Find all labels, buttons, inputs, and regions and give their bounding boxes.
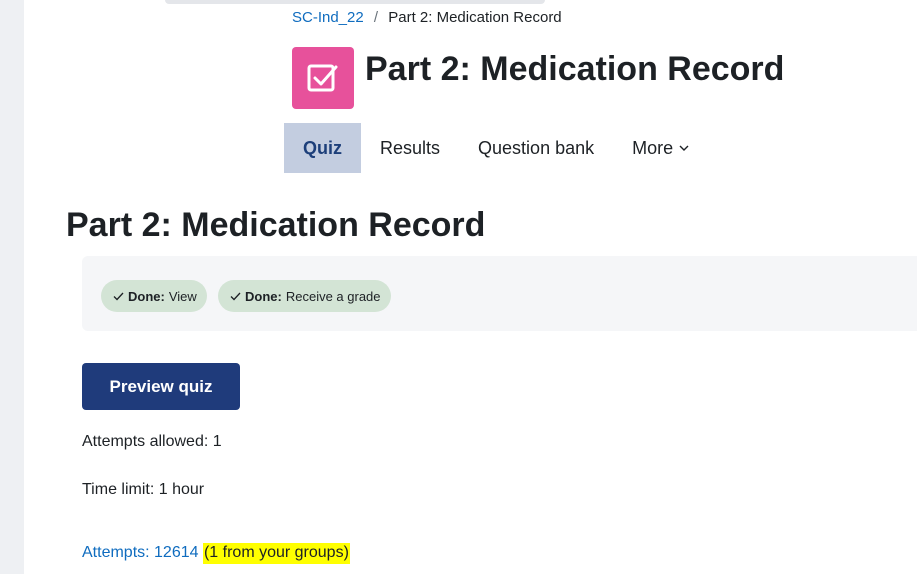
completion-label: View xyxy=(168,288,197,304)
groups-highlight: (1 from your groups) xyxy=(202,543,350,564)
tab-quiz[interactable]: Quiz xyxy=(284,123,361,173)
preview-quiz-button[interactable]: Preview quiz xyxy=(82,363,240,410)
completion-status: Done: xyxy=(128,288,165,304)
time-limit-text: Time limit: 1 hour xyxy=(82,481,205,498)
completion-badge-view: Done: View xyxy=(101,280,207,312)
quiz-checkbox-icon xyxy=(292,47,354,109)
completion-label: Receive a grade xyxy=(285,288,381,304)
attempts-count: Attempts: 12614 xyxy=(82,544,199,561)
breadcrumb-current: Part 2: Medication Record xyxy=(388,9,562,26)
completion-status: Done: xyxy=(245,288,282,304)
check-icon xyxy=(230,292,241,301)
tab-label: Quiz xyxy=(303,137,342,158)
breadcrumb-separator: / xyxy=(373,9,379,26)
activity-completion-info: Done: View Done: Receive a grade xyxy=(82,256,917,331)
tab-label: More xyxy=(632,137,674,158)
attempts-allowed-text: Attempts allowed: 1 xyxy=(82,433,222,450)
top-divider xyxy=(165,0,545,4)
tab-label: Results xyxy=(380,137,441,158)
secondary-navigation: Quiz Results Question bank More xyxy=(284,123,708,173)
tab-more[interactable]: More xyxy=(613,123,708,173)
tab-question-bank[interactable]: Question bank xyxy=(459,123,613,173)
breadcrumb-course-link[interactable]: SC-Ind_22 xyxy=(292,9,364,26)
breadcrumb: SC-Ind_22 / Part 2: Medication Record xyxy=(292,9,562,26)
tab-label: Question bank xyxy=(478,137,595,158)
tab-results[interactable]: Results xyxy=(361,123,459,173)
header-title: Part 2: Medication Record xyxy=(365,50,785,88)
page-heading: Part 2: Medication Record xyxy=(66,206,486,244)
attempts-link[interactable]: Attempts: 12614 (1 from your groups) xyxy=(82,543,350,564)
check-icon xyxy=(113,292,124,301)
chevron-down-icon xyxy=(679,144,689,152)
completion-badge-grade: Done: Receive a grade xyxy=(218,280,391,312)
